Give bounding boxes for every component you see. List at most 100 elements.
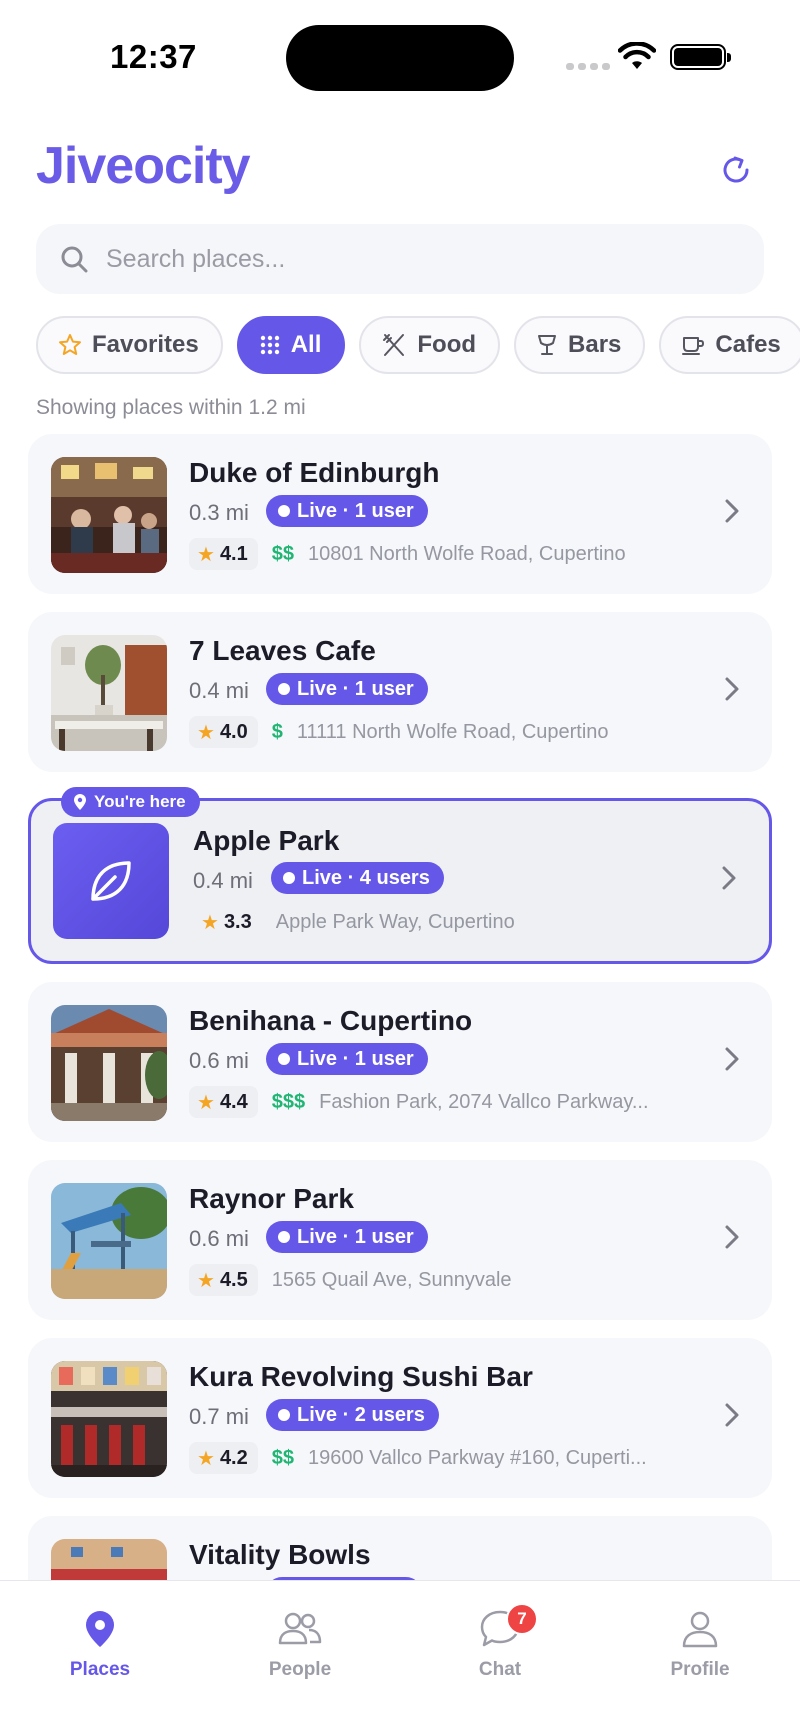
place-list: Duke of Edinburgh 0.3 mi Live · 1 user ★…: [28, 434, 772, 1580]
battery-icon: [670, 44, 731, 70]
range-note: Showing places within 1.2 mi: [36, 396, 306, 419]
person-icon: [682, 1611, 718, 1648]
app-title: Jiveocity: [36, 137, 251, 195]
live-label: Live · 1 user: [297, 1225, 414, 1248]
wifi-icon: [618, 42, 656, 69]
live-dot-icon: [278, 1053, 290, 1065]
live-dot-icon: [283, 872, 295, 884]
place-distance: 0.4 mi: [193, 868, 253, 893]
refresh-icon: [723, 156, 749, 183]
coffee-cup-icon: [682, 337, 705, 355]
rating-pill: ★ 4.5: [189, 1264, 258, 1296]
chevron-right-icon: [725, 1047, 739, 1071]
filter-chips: Favorites All Food Bars Cafes: [36, 316, 800, 374]
tab-label: People: [268, 1659, 332, 1680]
place-address: 10801 North Wolfe Road, Cupertino: [308, 542, 626, 565]
place-meta: ★ 4.4 $$$ Fashion Park, 2074 Vallco Parkw…: [189, 1086, 649, 1118]
place-photo: [51, 457, 167, 573]
chevron-right-icon: [722, 866, 736, 890]
place-meta: ★ 3.3 Apple Park Way, Cupertino: [193, 906, 515, 938]
place-card[interactable]: Raynor Park 0.6 mi Live · 1 user ★ 4.5 15…: [28, 1160, 772, 1320]
refresh-button[interactable]: [716, 150, 756, 190]
chip-cafes[interactable]: Cafes: [659, 316, 800, 374]
chip-food[interactable]: Food: [359, 316, 501, 374]
place-distance: 0.6 mi: [189, 1048, 249, 1073]
tab-profile[interactable]: Profile: [640, 1609, 760, 1681]
place-meta: ★ 4.1 $$ 10801 North Wolfe Road, Cupertin…: [189, 538, 626, 570]
live-label: Live · 1 user: [297, 1047, 414, 1070]
star-outline-icon: [59, 334, 81, 355]
place-address: 1565 Quail Ave, Sunnyvale: [271, 1268, 512, 1291]
price-level: $: [271, 720, 283, 743]
price-level: $$: [271, 1446, 294, 1469]
place-name: Benihana - Cupertino: [189, 1005, 473, 1036]
place-meta: ★ 4.5 1565 Quail Ave, Sunnyvale: [189, 1264, 512, 1296]
rating-pill: ★ 4.1: [189, 538, 258, 570]
place-photo: [51, 1183, 167, 1299]
rating-value: 4.5: [219, 1268, 248, 1291]
place-card[interactable]: Kura Revolving Sushi Bar 0.7 mi Live · 2…: [28, 1338, 772, 1498]
unread-badge: 7: [506, 1603, 538, 1635]
place-icon-tile: [53, 823, 169, 939]
chip-all[interactable]: All: [236, 316, 346, 374]
chip-label: Favorites: [92, 331, 199, 358]
place-name: Apple Park: [193, 825, 340, 856]
place-distance: 0.7 mi: [189, 1404, 249, 1429]
place-photo: [51, 1005, 167, 1121]
place-address: 11111 North Wolfe Road, Cupertino: [296, 720, 609, 743]
cellular-signal-icon: [566, 63, 610, 70]
tab-label: Places: [69, 1659, 131, 1680]
star-icon: ★: [197, 721, 215, 744]
rating-pill: ★ 4.4: [189, 1086, 258, 1118]
you-are-here-badge: You're here: [61, 787, 200, 817]
tab-bar: Places People 7 Chat Profile: [0, 1580, 800, 1730]
price-level: $$$: [271, 1090, 306, 1113]
live-label: Live · 2 users: [297, 1403, 425, 1426]
live-label: Live · 4 users: [302, 866, 430, 889]
live-dot-icon: [278, 1409, 290, 1421]
tab-people[interactable]: People: [240, 1609, 360, 1681]
tab-chat[interactable]: 7 Chat: [440, 1603, 560, 1681]
place-name: 7 Leaves Cafe: [189, 635, 376, 666]
place-address: Fashion Park, 2074 Vallco Parkway...: [319, 1090, 649, 1113]
grid-icon: [260, 335, 279, 355]
chevron-right-icon: [725, 499, 739, 523]
tab-label: Profile: [670, 1659, 730, 1680]
live-badge: Live · 1 user: [266, 1043, 428, 1075]
place-card-current[interactable]: You're here Apple Park 0.4 mi Live · 4 u…: [28, 787, 772, 964]
star-icon: ★: [197, 1091, 215, 1114]
location-pin-icon: [74, 794, 86, 810]
live-dot-icon: [278, 505, 290, 517]
live-badge: Live · 1 user: [266, 1221, 428, 1253]
cocktail-icon: [538, 335, 557, 355]
rating-value: 4.1: [219, 542, 248, 565]
chevron-right-icon: [725, 1225, 739, 1249]
chip-bars[interactable]: Bars: [514, 316, 646, 374]
here-label: You're here: [94, 792, 186, 811]
search-input[interactable]: [106, 244, 706, 274]
place-name: Duke of Edinburgh: [189, 457, 440, 488]
place-card[interactable]: Benihana - Cupertino 0.6 mi Live · 1 use…: [28, 982, 772, 1142]
utensils-icon: [383, 334, 405, 356]
dynamic-island: [286, 25, 514, 91]
place-card[interactable]: Duke of Edinburgh 0.3 mi Live · 1 user ★…: [28, 434, 772, 594]
people-icon: [278, 1612, 322, 1645]
map-pin-icon: [86, 1611, 114, 1647]
live-dot-icon: [278, 1231, 290, 1243]
chip-label: Food: [417, 331, 477, 358]
place-card[interactable]: 7 Leaves Cafe 0.4 mi Live · 1 user ★ 4.0 …: [28, 612, 772, 772]
search-bar[interactable]: [36, 224, 764, 294]
chip-label: Cafes: [715, 331, 781, 358]
rating-pill: ★ 4.0: [189, 716, 258, 748]
star-icon: ★: [197, 543, 215, 566]
chevron-right-icon: [725, 677, 739, 701]
rating-value: 3.3: [223, 910, 252, 933]
place-name: Kura Revolving Sushi Bar: [189, 1361, 533, 1392]
star-icon: ★: [197, 1269, 215, 1292]
place-card[interactable]: Vitality Bowls: [28, 1516, 772, 1580]
live-badge: Live · 1 user: [266, 673, 428, 705]
live-label: Live · 1 user: [297, 499, 414, 522]
chevron-right-icon: [725, 1403, 739, 1427]
tab-places[interactable]: Places: [40, 1609, 160, 1681]
chip-favorites[interactable]: Favorites: [36, 316, 223, 374]
